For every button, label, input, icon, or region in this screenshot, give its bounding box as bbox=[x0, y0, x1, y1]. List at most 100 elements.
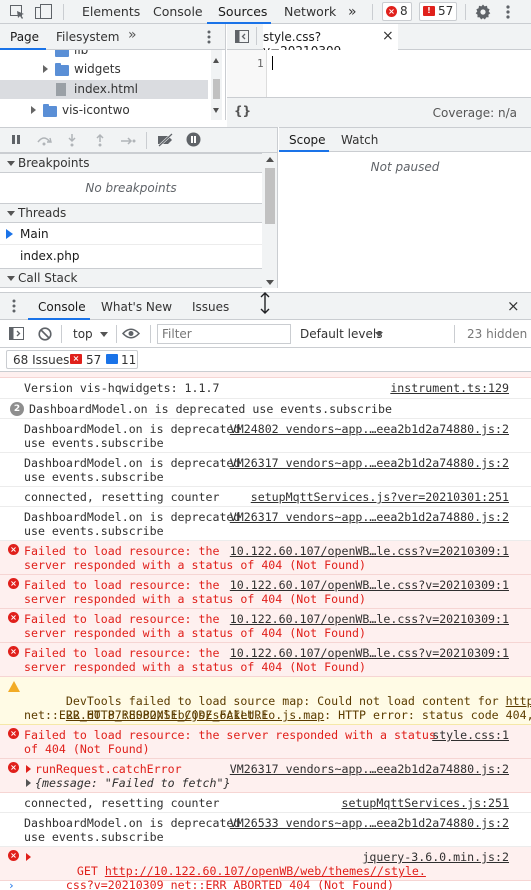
tab-filesystem[interactable]: Filesystem bbox=[56, 30, 119, 44]
scrollbar-thumb[interactable] bbox=[213, 79, 220, 99]
tree-item-label: lib bbox=[74, 50, 89, 57]
close-tab-icon[interactable]: × bbox=[382, 28, 394, 44]
resize-handle-icon[interactable] bbox=[259, 292, 271, 314]
log-levels-dropdown[interactable]: Default levels bbox=[300, 320, 388, 348]
collapse-arrow-icon[interactable] bbox=[7, 211, 15, 216]
hidden-messages-count: 23 hidden bbox=[467, 327, 528, 341]
tree-item-vis-icontwo[interactable]: vis-icontwo bbox=[0, 101, 226, 120]
error-object-preview[interactable]: {message: "Failed to fetch"} bbox=[35, 776, 230, 790]
tree-scrollbar[interactable] bbox=[211, 101, 222, 120]
scroll-down-arrow-icon[interactable] bbox=[266, 280, 274, 285]
source-link[interactable]: style.css:1 bbox=[432, 728, 509, 742]
source-link[interactable]: setupMqttServices.js:251 bbox=[341, 796, 509, 810]
console-message: net::ERR_HTTP_RESPONSE_CODE_FAILURE bbox=[24, 708, 269, 722]
source-link[interactable]: 10.122.60.107/openWB…le.css?v=20210309:1 bbox=[230, 544, 509, 558]
drawer-tab-issues[interactable]: Issues bbox=[192, 300, 229, 314]
source-link[interactable]: 10.122.60.107/openWB…le.css?v=20210309:1 bbox=[230, 578, 509, 592]
issues-button[interactable]: 68 Issues: × 57 11 bbox=[6, 350, 138, 369]
scroll-down-arrow-icon[interactable] bbox=[213, 108, 219, 113]
more-options-icon[interactable] bbox=[506, 4, 510, 20]
live-expression-eye-icon[interactable] bbox=[121, 328, 141, 339]
context-selector[interactable]: top bbox=[70, 320, 116, 348]
code-editor[interactable]: 1 bbox=[227, 50, 531, 97]
tree-item-lib[interactable]: lib bbox=[0, 50, 225, 60]
error-icon: × bbox=[8, 850, 19, 861]
tree-item-widgets[interactable]: widgets bbox=[0, 60, 225, 79]
scroll-up-arrow-icon[interactable] bbox=[266, 157, 274, 162]
console-message: : HTTP error: status code 404, bbox=[324, 708, 531, 722]
scrollbar-thumb[interactable] bbox=[265, 168, 275, 224]
collapse-arrow-icon[interactable] bbox=[7, 276, 15, 281]
pause-icon[interactable] bbox=[11, 134, 22, 145]
error-icon: × bbox=[8, 612, 19, 623]
tab-elements[interactable]: Elements bbox=[82, 0, 140, 24]
source-link[interactable]: setupMqttServices.js?ver=20210301:251 bbox=[251, 490, 509, 504]
source-link[interactable]: VM26533 vendors~app.…eea2b1d2a74880.js:2 bbox=[230, 816, 509, 830]
tree-scrollbar[interactable] bbox=[211, 50, 222, 101]
expand-arrow-icon[interactable] bbox=[43, 65, 48, 73]
threads-section-header[interactable]: Threads bbox=[0, 203, 262, 223]
collapse-arrow-icon[interactable] bbox=[7, 161, 15, 166]
deactivate-breakpoints-icon[interactable] bbox=[157, 133, 174, 147]
drawer-menu-icon[interactable] bbox=[12, 299, 16, 313]
source-link[interactable]: VM24802 vendors~app.…eea2b1d2a74880.js:2 bbox=[230, 422, 509, 436]
tab-network[interactable]: Network bbox=[284, 0, 336, 24]
drawer-tab-console[interactable]: Console bbox=[38, 300, 86, 314]
source-link[interactable]: VM26317 vendors~app.…eea2b1d2a74880.js:2 bbox=[230, 456, 509, 470]
call-stack-section-header[interactable]: Call Stack bbox=[0, 268, 262, 288]
step-out-icon[interactable] bbox=[95, 133, 105, 147]
console-row-error: × Failed to load resource: the server re… bbox=[0, 643, 531, 677]
tab-page[interactable]: Page bbox=[10, 30, 39, 44]
tree-item-index-html[interactable]: index.html bbox=[0, 80, 208, 99]
console-prompt-icon[interactable]: › bbox=[8, 880, 15, 890]
scroll-up-arrow-icon[interactable] bbox=[213, 58, 219, 63]
not-paused-message: Not paused bbox=[370, 160, 440, 174]
expand-arrow-icon[interactable] bbox=[26, 765, 31, 773]
source-link[interactable]: VM26317 vendors~app.…eea2b1d2a74880.js:2 bbox=[230, 510, 509, 524]
clear-console-icon[interactable] bbox=[38, 327, 52, 341]
drawer-tab-whats-new[interactable]: What's New bbox=[101, 300, 172, 314]
thread-index-php[interactable]: index.php bbox=[0, 245, 262, 267]
tab-scope[interactable]: Scope bbox=[289, 133, 326, 147]
issues-badge[interactable]: ! 57 bbox=[419, 2, 457, 21]
console-message: DashboardModel.on is deprecated use even… bbox=[29, 402, 392, 416]
tree-item-label: index.html bbox=[74, 82, 138, 96]
step-into-icon[interactable] bbox=[67, 133, 77, 147]
expand-arrow-icon[interactable] bbox=[31, 106, 36, 114]
source-link[interactable]: 10.122.60.107/openWB…le.css?v=20210309:1 bbox=[230, 646, 509, 660]
errors-badge[interactable]: × 8 bbox=[382, 2, 412, 21]
console-filter-input[interactable] bbox=[157, 324, 291, 344]
sidebar-scrollbar[interactable] bbox=[262, 153, 278, 288]
more-tabs-button[interactable]: » bbox=[128, 27, 137, 43]
pause-on-exceptions-icon[interactable] bbox=[186, 132, 201, 147]
pretty-print-button[interactable]: {} bbox=[234, 104, 251, 118]
tab-sources[interactable]: Sources bbox=[218, 0, 267, 24]
thread-main[interactable]: Main bbox=[0, 223, 262, 245]
breakpoints-section-header[interactable]: Breakpoints bbox=[0, 153, 262, 173]
step-over-icon[interactable] bbox=[36, 134, 52, 146]
editor-tabs: style.css?v=20210309 × bbox=[227, 24, 531, 58]
file-tab-style-css[interactable]: style.css?v=20210309 × bbox=[263, 24, 398, 58]
request-url-link[interactable]: css?v=20210309 bbox=[66, 878, 164, 890]
source-link[interactable]: 10.122.60.107/openWB…le.css?v=20210309:1 bbox=[230, 612, 509, 626]
close-drawer-icon[interactable]: × bbox=[507, 297, 520, 315]
settings-gear-icon[interactable] bbox=[475, 4, 491, 20]
tab-watch[interactable]: Watch bbox=[341, 133, 378, 147]
expand-arrow-icon[interactable] bbox=[26, 853, 31, 861]
toggle-navigator-icon[interactable] bbox=[235, 30, 249, 43]
step-icon[interactable] bbox=[120, 135, 136, 145]
console-message: DashboardModel.on is deprecated use even… bbox=[24, 456, 241, 484]
device-toolbar-icon[interactable] bbox=[35, 4, 53, 20]
tab-console[interactable]: Console bbox=[153, 0, 203, 24]
inspect-element-icon[interactable] bbox=[10, 5, 25, 19]
expand-object-icon[interactable] bbox=[26, 779, 31, 787]
show-sidebar-icon[interactable] bbox=[9, 327, 24, 340]
source-link[interactable]: jquery-3.6.0.min.js:2 bbox=[362, 850, 509, 864]
console-row: 2 DashboardModel.on is deprecated use ev… bbox=[0, 399, 531, 419]
more-tabs-button[interactable]: » bbox=[348, 0, 357, 24]
console-row: Version vis-hqwidgets: 1.1.7 instrument.… bbox=[0, 378, 531, 399]
source-link[interactable]: instrument.ts:129 bbox=[390, 381, 509, 395]
more-options-icon[interactable] bbox=[207, 30, 211, 44]
source-link[interactable]: VM26317 vendors~app.…eea2b1d2a74880.js:2 bbox=[230, 762, 509, 776]
no-breakpoints-message: No breakpoints bbox=[85, 181, 177, 195]
